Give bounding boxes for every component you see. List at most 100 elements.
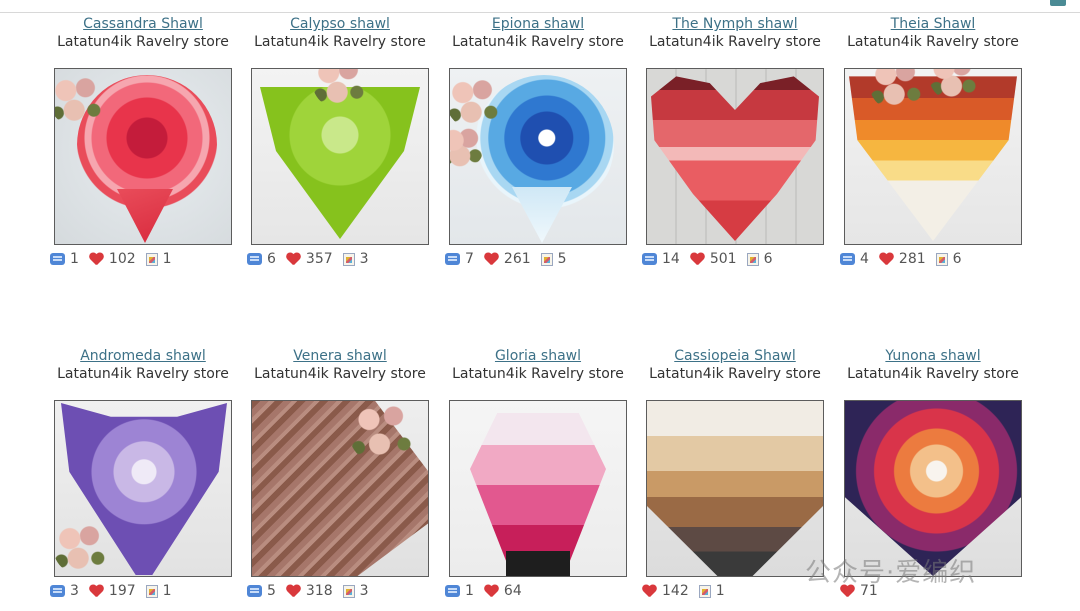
favorites-stat[interactable]: 261: [484, 251, 531, 267]
favorites-count: 357: [305, 251, 333, 267]
favorites-count: 281: [898, 251, 926, 267]
pattern-photo[interactable]: [449, 400, 627, 577]
queue-icon: [50, 253, 65, 265]
store-link[interactable]: Latatun4ik Ravelry store: [844, 365, 1022, 383]
favorites-stat[interactable]: 102: [89, 251, 136, 267]
pattern-title-link[interactable]: Theia Shawl: [844, 15, 1022, 33]
queue-icon: [247, 253, 262, 265]
project-icon: [342, 252, 355, 266]
store-link[interactable]: Latatun4ik Ravelry store: [54, 33, 232, 51]
store-link[interactable]: Latatun4ik Ravelry store: [449, 33, 627, 51]
favorites-stat[interactable]: 64: [484, 583, 522, 599]
projects-stat[interactable]: 3: [342, 583, 369, 599]
favorites-stat[interactable]: 281: [879, 251, 926, 267]
favorites-count: 501: [709, 251, 737, 267]
queued-stat[interactable]: 3: [50, 583, 79, 599]
store-link[interactable]: Latatun4ik Ravelry store: [251, 365, 429, 383]
pattern-photo[interactable]: [54, 400, 232, 577]
pattern-photo[interactable]: [844, 68, 1022, 245]
favorites-count: 102: [108, 251, 136, 267]
queued-count: 6: [267, 251, 276, 267]
heart-icon: [690, 253, 705, 266]
store-link[interactable]: Latatun4ik Ravelry store: [251, 33, 429, 51]
favorites-stat[interactable]: 197: [89, 583, 136, 599]
project-icon: [145, 252, 158, 266]
favorites-stat[interactable]: 357: [286, 251, 333, 267]
queue-icon: [50, 585, 65, 597]
pattern-title-link[interactable]: Venera shawl: [251, 347, 429, 365]
queued-stat[interactable]: 5: [247, 583, 276, 599]
pattern-photo[interactable]: [646, 68, 824, 245]
projects-stat[interactable]: 1: [145, 251, 172, 267]
queued-stat[interactable]: 1: [50, 251, 79, 267]
heart-icon: [89, 253, 104, 266]
pattern-stats: 1 102 1: [50, 251, 182, 267]
projects-count: 5: [557, 251, 567, 267]
queue-icon: [642, 253, 657, 265]
favorites-count: 142: [662, 583, 689, 599]
queue-icon: [445, 253, 460, 265]
store-link[interactable]: Latatun4ik Ravelry store: [54, 365, 232, 383]
pattern-stats: 6 357 3: [247, 251, 379, 267]
pattern-photo[interactable]: [54, 68, 232, 245]
store-link[interactable]: Latatun4ik Ravelry store: [844, 33, 1022, 51]
pattern-title-link[interactable]: Gloria shawl: [449, 347, 627, 365]
pattern-photo[interactable]: [646, 400, 824, 577]
projects-stat[interactable]: 5: [540, 251, 567, 267]
pattern-stats: 5 318 3: [247, 583, 379, 599]
project-icon: [540, 252, 553, 266]
heart-icon: [484, 253, 499, 266]
queued-stat[interactable]: 4: [840, 251, 869, 267]
queued-stat[interactable]: 7: [445, 251, 474, 267]
queue-icon: [445, 585, 460, 597]
pattern-photo[interactable]: [251, 400, 429, 577]
queued-count: 3: [70, 583, 79, 599]
queued-count: 14: [662, 251, 680, 267]
queued-count: 1: [465, 583, 474, 599]
pattern-photo[interactable]: [251, 68, 429, 245]
pattern-photo[interactable]: [844, 400, 1022, 577]
pattern-grid: Cassandra Shawl Latatun4ik Ravelry store…: [50, 0, 1054, 611]
heart-icon: [642, 585, 657, 598]
project-icon: [746, 252, 759, 266]
project-icon: [342, 584, 355, 598]
queued-stat[interactable]: 14: [642, 251, 680, 267]
favorites-stat[interactable]: 501: [690, 251, 737, 267]
favorites-stat[interactable]: 318: [286, 583, 333, 599]
favorites-count: 261: [503, 251, 531, 267]
watermark-text: 公众号·爱编织: [805, 558, 977, 588]
project-icon: [145, 584, 158, 598]
favorites-stat[interactable]: 142: [642, 583, 689, 599]
queued-stat[interactable]: 6: [247, 251, 276, 267]
heart-icon: [89, 585, 104, 598]
queued-count: 5: [267, 583, 276, 599]
pattern-title-link[interactable]: Calypso shawl: [251, 15, 429, 33]
queue-icon: [247, 585, 262, 597]
pattern-card: Venera shawl Latatun4ik Ravelry store 5 …: [247, 347, 429, 599]
heart-icon: [286, 585, 301, 598]
pattern-stats: 7 261 5: [445, 251, 577, 267]
pattern-title-link[interactable]: Cassandra Shawl: [54, 15, 232, 33]
store-link[interactable]: Latatun4ik Ravelry store: [449, 365, 627, 383]
pattern-title-link[interactable]: Andromeda shawl: [54, 347, 232, 365]
projects-stat[interactable]: 6: [935, 251, 962, 267]
store-link[interactable]: Latatun4ik Ravelry store: [646, 33, 824, 51]
queued-stat[interactable]: 1: [445, 583, 474, 599]
projects-stat[interactable]: 6: [746, 251, 772, 267]
pattern-card: Cassandra Shawl Latatun4ik Ravelry store…: [50, 15, 232, 267]
heart-icon: [286, 253, 301, 266]
projects-stat[interactable]: 1: [698, 583, 725, 599]
projects-count: 6: [952, 251, 962, 267]
store-link[interactable]: Latatun4ik Ravelry store: [646, 365, 824, 383]
pattern-title-link[interactable]: Yunona shawl: [844, 347, 1022, 365]
pattern-title-link[interactable]: The Nymph shawl: [646, 15, 824, 33]
projects-count: 1: [715, 583, 725, 599]
pattern-stats: 4 281 6: [840, 251, 972, 267]
pattern-title-link[interactable]: Cassiopeia Shawl: [646, 347, 824, 365]
pattern-card: Yunona shawl Latatun4ik Ravelry store 71: [844, 347, 1022, 599]
pattern-photo[interactable]: [449, 68, 627, 245]
projects-stat[interactable]: 1: [145, 583, 172, 599]
favorites-count: 64: [503, 583, 522, 599]
pattern-title-link[interactable]: Epiona shawl: [449, 15, 627, 33]
projects-stat[interactable]: 3: [342, 251, 369, 267]
